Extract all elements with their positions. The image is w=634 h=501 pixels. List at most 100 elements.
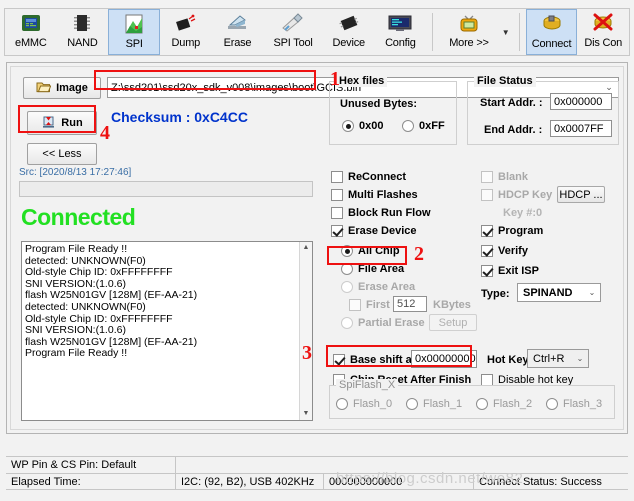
start-addr-label: Start Addr. : [480,97,543,109]
radio-flash-3[interactable]: Flash_3 [546,398,602,410]
toolbar-item-device[interactable]: Device [323,9,375,55]
radio-indicator [546,398,558,410]
hot-key-select[interactable]: Ctrl+R ⌄ [527,349,589,368]
radio-indicator [406,398,418,410]
hdcp-button[interactable]: HDCP ... [557,186,605,203]
radio-label: Partial Erase [358,317,425,329]
radio-erase-area[interactable]: Erase Area [341,281,415,293]
status-bar-row-2: Elapsed Time: I2C: (92, B2), USB 402KHz … [6,473,628,490]
scroll-up-icon[interactable]: ▲ [303,242,310,254]
checkbox-label: HDCP Key [498,189,553,201]
image-button-label: Image [56,82,88,94]
image-button[interactable]: Image [23,77,101,99]
setup-button[interactable]: Setup [429,314,477,331]
radio-indicator [341,317,353,329]
watermark-text: https://blog.csdn.net/we82 [336,470,524,487]
checkbox-program[interactable]: Program [481,225,543,237]
checkbox-indicator [331,189,343,201]
checkbox-indicator [481,265,493,277]
log-scrollbar[interactable]: ▲ ▼ [299,242,312,420]
status-bar-row-1: WP Pin & CS Pin: Default [6,456,628,473]
radio-label: Flash_2 [493,398,533,410]
checkbox-erase-device[interactable]: Erase Device [331,225,417,237]
chevron-down-icon[interactable]: ⌄ [572,354,588,363]
less-button[interactable]: << Less [27,143,97,165]
checkbox-label: Base shift at [350,354,416,366]
erase-icon [224,12,250,36]
toolbar-item-more[interactable]: More >> [439,9,499,55]
more-tv-icon [456,12,482,36]
toolbar-item-label: NAND [67,37,98,49]
elapsed-time-label: Elapsed Time: [6,474,176,489]
annotation-number-4: 4 [100,122,110,144]
toolbar-item-label: Dump [171,37,201,49]
toolbar-item-config[interactable]: Config [375,9,427,55]
checkbox-exit-isp[interactable]: Exit ISP [481,265,539,277]
checkbox-first-kbytes[interactable]: First [349,299,390,311]
progress-bar [19,181,313,197]
checkbox-label: Block Run Flow [348,207,431,219]
log-output-box[interactable]: Program File Ready !! detected: UNKNOWN(… [21,241,313,421]
checkbox-label: Program [498,225,544,237]
radio-flash-0[interactable]: Flash_0 [336,398,392,410]
checksum-label: Checksum : 0xC4CC [111,109,248,125]
config-monitor-icon [387,12,413,36]
toolbar-item-spi-tool[interactable]: SPI Tool [263,9,323,55]
scroll-down-icon[interactable]: ▼ [303,408,310,420]
unused-byte-radio-00[interactable]: 0x00 [342,120,383,132]
toolbar-separator [432,13,434,51]
checkbox-reconnect[interactable]: ReConnect [331,171,406,183]
checkbox-label: Verify [498,245,528,257]
toolbar-item-spi[interactable]: SPI [108,9,160,55]
emmc-chip-icon [18,12,44,36]
end-addr-field[interactable]: 0x0007FF [550,120,612,137]
checkbox-block-run-flow[interactable]: Block Run Flow [331,207,431,219]
radio-indicator [341,263,353,275]
hot-key-label: Hot Key [487,354,529,366]
base-shift-field[interactable]: 0x00000000 [411,350,477,368]
checkbox-verify[interactable]: Verify [481,245,528,257]
unused-byte-radio-ff[interactable]: 0xFF [402,120,445,132]
checkbox-indicator [331,207,343,219]
type-label: Type: [481,288,510,300]
type-select[interactable]: SPINAND ⌄ [517,283,601,302]
chevron-down-icon[interactable]: ▼ [499,9,513,55]
kbytes-unit-label: KBytes [433,299,471,311]
checkbox-hdcp-key[interactable]: HDCP Key [481,189,552,201]
radio-flash-2[interactable]: Flash_2 [476,398,532,410]
start-addr-field[interactable]: 0x000000 [550,93,612,110]
radio-file-area[interactable]: File Area [341,263,404,275]
toolbar-separator-2 [518,13,520,51]
checkbox-blank[interactable]: Blank [481,171,528,183]
checkbox-label: Exit ISP [498,265,539,277]
chevron-down-icon[interactable]: ⌄ [584,288,600,297]
end-addr-label: End Addr. : [484,124,543,136]
toolbar-item-label: SPI Tool [273,37,313,49]
toolbar-item-erase[interactable]: Erase [212,9,264,55]
checkbox-base-shift[interactable]: Base shift at [333,354,415,366]
nand-chip-icon [69,12,95,36]
radio-label: Erase Area [358,281,416,293]
toolbar-item-disconnect[interactable]: Dis Con [577,9,629,55]
log-output-text: Program File Ready !! detected: UNKNOWN(… [25,243,198,360]
hot-key-value: Ctrl+R [533,352,565,365]
toolbar-item-connect[interactable]: Connect [525,9,578,55]
radio-indicator [341,245,353,257]
checkbox-indicator [481,189,493,201]
hex-files-group: Hex files Unused Bytes: 0x00 0xFF [329,75,457,145]
toolbar-item-emmc[interactable]: eMMC [5,9,57,55]
file-status-title: File Status [474,75,536,87]
checkbox-multi-flashes[interactable]: Multi Flashes [331,189,418,201]
checkbox-indicator [331,225,343,237]
main-panel-inner: Image Z:\ssd201\ssd20x_sdk_v008\images\b… [10,66,624,430]
radio-partial-erase[interactable]: Partial Erase [341,317,425,329]
open-folder-icon [36,80,52,96]
less-button-label: << Less [42,148,82,160]
first-kbytes-field[interactable]: 512 [393,296,427,312]
toolbar-item-dump[interactable]: Dump [160,9,212,55]
radio-flash-1[interactable]: Flash_1 [406,398,462,410]
first-label: First [366,299,390,311]
radio-all-chip[interactable]: All Chip [341,245,400,257]
run-button[interactable]: Run [27,111,97,135]
toolbar-item-nand[interactable]: NAND [57,9,109,55]
